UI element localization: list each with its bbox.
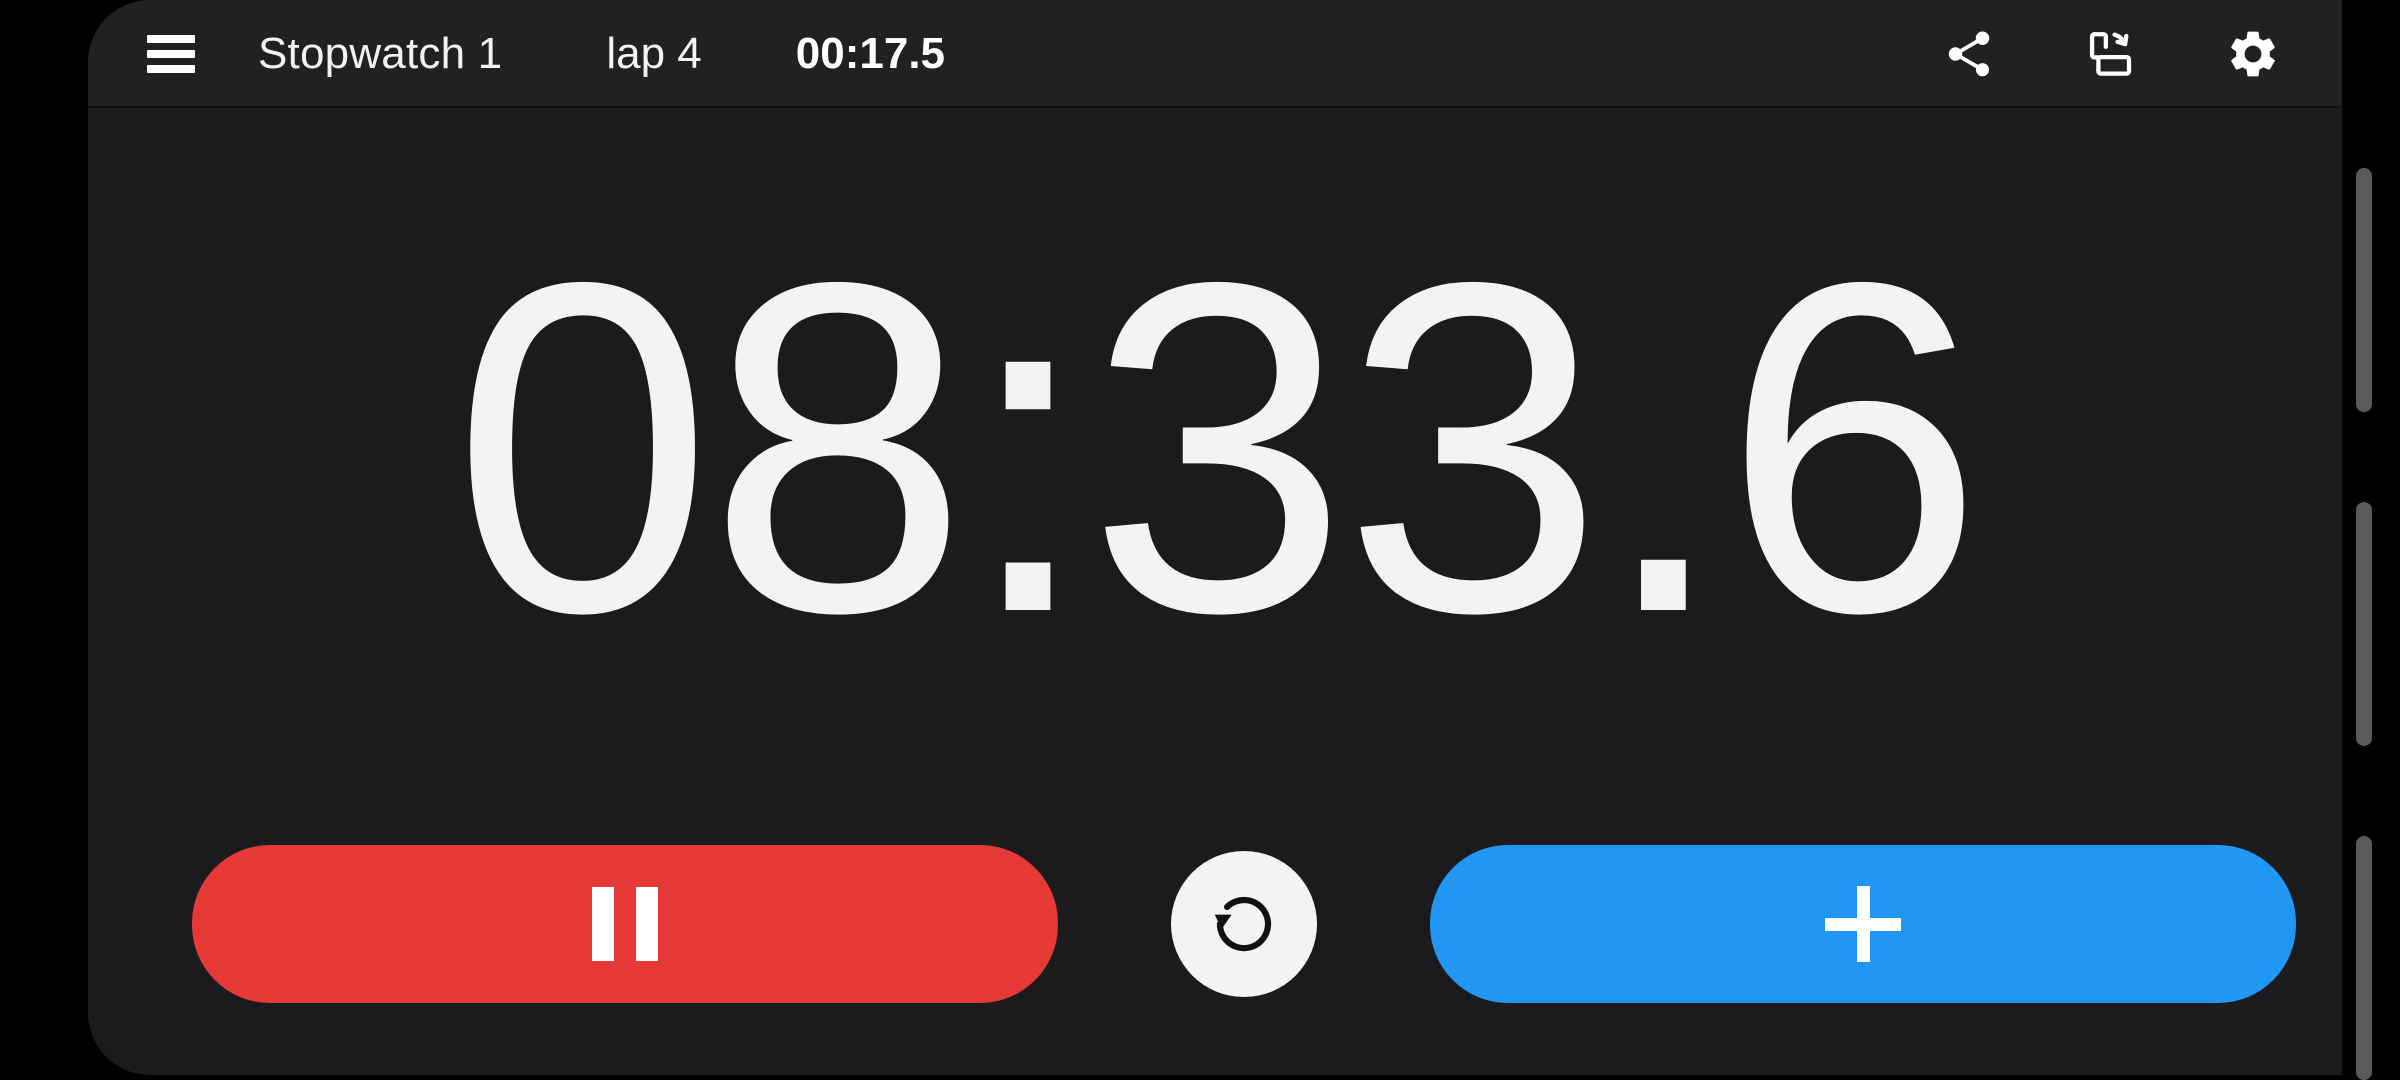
pause-icon (592, 887, 658, 961)
controls-bar (88, 815, 2342, 1075)
add-lap-button[interactable] (1430, 845, 2296, 1003)
share-button[interactable] (1926, 11, 2012, 97)
main-time-display: 08:33.6 (451, 184, 1984, 710)
menu-button[interactable] (128, 11, 214, 97)
reset-rotate-ccw-icon (1214, 896, 1272, 952)
hamburger-menu-icon (147, 35, 195, 73)
app-bar: Stopwatch 1 lap 4 00:17.5 (88, 0, 2342, 108)
stopwatch-app-window: Stopwatch 1 lap 4 00:17.5 08:33.6 (88, 0, 2342, 1075)
screen-rotation-button[interactable] (2068, 11, 2154, 97)
settings-button[interactable] (2210, 11, 2296, 97)
settings-gear-icon (2231, 31, 2275, 77)
lap-counter-label: lap 4 (606, 29, 702, 78)
edge-scroll-indicator[interactable] (2344, 0, 2384, 1080)
reset-button[interactable] (1171, 851, 1317, 997)
edge-indicator-bar[interactable] (2356, 836, 2372, 1080)
stopwatch-display-area[interactable]: 08:33.6 (88, 108, 2342, 815)
screen-rotation-icon (2089, 32, 2132, 76)
lap-time-value: 00:17.5 (795, 29, 946, 78)
screen-root: Stopwatch 1 lap 4 00:17.5 08:33.6 (0, 0, 2400, 1080)
edge-indicator-bar[interactable] (2356, 502, 2372, 746)
stopwatch-title: Stopwatch 1 (258, 29, 503, 78)
plus-icon (1825, 886, 1901, 962)
edge-indicator-bar[interactable] (2356, 168, 2372, 412)
share-icon (1948, 31, 1990, 77)
app-bar-actions (1926, 11, 2342, 97)
pause-button[interactable] (192, 845, 1058, 1003)
